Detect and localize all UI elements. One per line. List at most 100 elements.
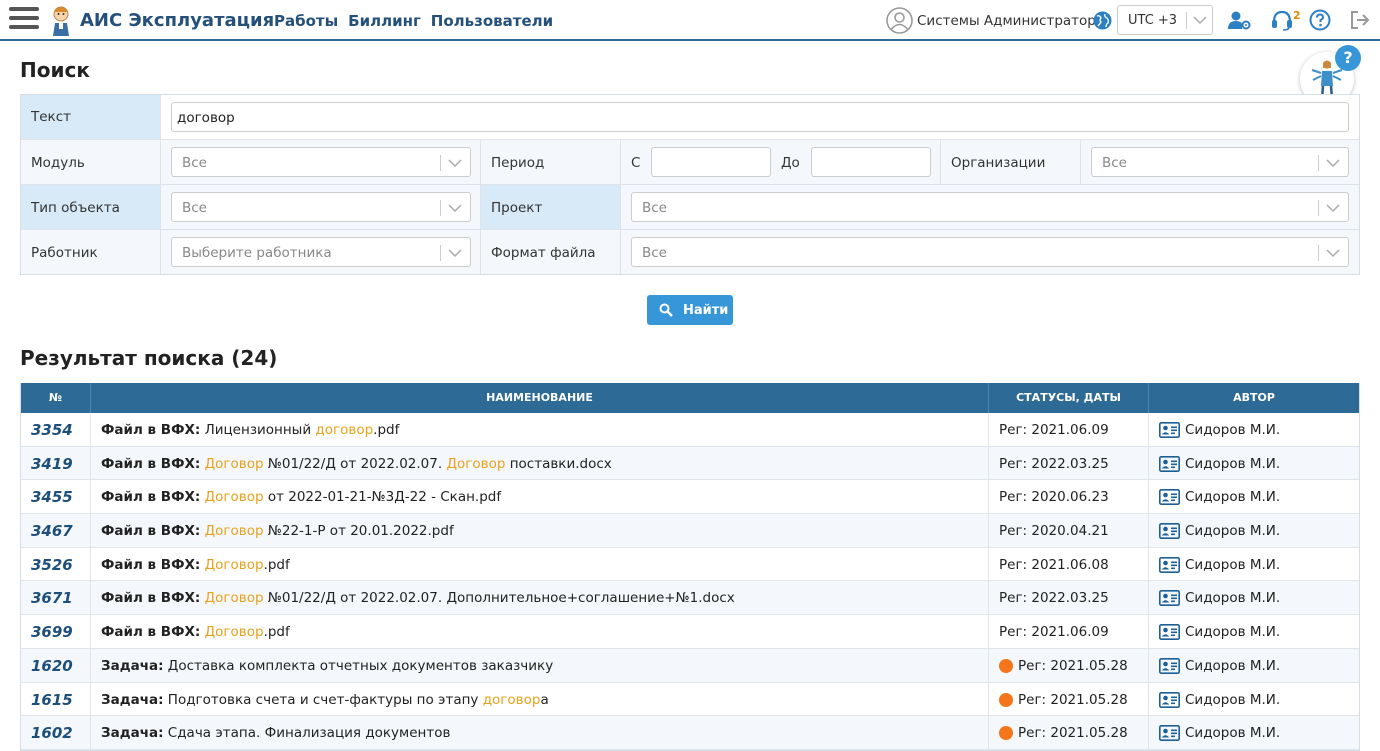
record-name-link[interactable]: Файл в ВФХ: Лицензионный договор.pdf [101, 422, 399, 438]
record-name-link[interactable]: Файл в ВФХ: Договор от 2022-01-21-№3Д-22… [101, 489, 501, 505]
record-name-link[interactable]: Задача: Сдача этапа. Финализация докумен… [101, 725, 450, 741]
author-link[interactable]: Сидоров М.И. [1159, 523, 1280, 539]
record-name-link[interactable]: Файл в ВФХ: Договор №01/22/Д от 2022.02.… [101, 590, 735, 606]
author-link[interactable]: Сидоров М.И. [1159, 692, 1280, 708]
cell-status: Рег: 2022.03.25 [989, 446, 1149, 480]
period-to-label: До [781, 155, 800, 171]
author-link[interactable]: Сидоров М.И. [1159, 658, 1280, 674]
record-name-link[interactable]: Файл в ВФХ: Договор №01/22/Д от 2022.02.… [101, 456, 612, 472]
column-header-author[interactable]: АВТОР [1149, 383, 1359, 413]
nav-billing[interactable]: Биллинг [348, 12, 421, 30]
record-number-link[interactable]: 3467 [31, 522, 73, 540]
table-row[interactable]: 1620 Задача: Доставка комплекта отчетных … [21, 648, 1359, 683]
table-row[interactable]: 3419 Файл в ВФХ: Договор №01/22/Д от 2022… [21, 446, 1359, 481]
record-number-link[interactable]: 1615 [31, 691, 73, 709]
object-type-select[interactable]: Все [171, 192, 471, 222]
table-row[interactable]: 3526 Файл в ВФХ: Договор.pdf Рег: 2021.06.… [21, 547, 1359, 582]
contact-card-icon [1159, 422, 1180, 438]
status-date: Рег: 2021.06.09 [999, 422, 1109, 438]
cell-number: 3419 [21, 446, 91, 480]
record-number-link[interactable]: 1620 [31, 657, 73, 675]
text-input-cell: договор [161, 95, 1359, 140]
record-kind: Задача: [101, 725, 164, 742]
record-name-link[interactable]: Задача: Подготовка счета и счет-фактуры … [101, 692, 549, 708]
find-button[interactable]: Найти [647, 295, 733, 325]
table-row[interactable]: 1602 Задача: Сдача этапа. Финализация док… [21, 716, 1359, 750]
search-text-input[interactable]: договор [171, 102, 1349, 132]
help-icon[interactable] [1309, 9, 1333, 31]
record-name-text: от 2022-01-21-№3Д-22 - Скан.pdf [263, 489, 502, 506]
file-format-select[interactable]: Все [631, 237, 1349, 267]
timezone-value: UTC +3 [1128, 13, 1178, 28]
cell-name: Файл в ВФХ: Договор.pdf [91, 615, 989, 648]
status-date: Рег: 2021.05.28 [1018, 725, 1128, 742]
file-format-select-value: Все [642, 245, 667, 261]
record-name-link[interactable]: Файл в ВФХ: Договор №22-1-Р от 20.01.202… [101, 523, 454, 539]
timezone-select[interactable]: UTC +3 [1117, 5, 1213, 35]
record-name-link[interactable]: Файл в ВФХ: Договор.pdf [101, 557, 290, 573]
table-row[interactable]: 3699 Файл в ВФХ: Договор.pdf Рег: 2021.06.… [21, 615, 1359, 649]
table-row[interactable]: 3671 Файл в ВФХ: Договор №01/22/Д от 2022… [21, 581, 1359, 616]
users-settings-icon[interactable] [1227, 9, 1251, 31]
author-name: Сидоров М.И. [1185, 556, 1281, 573]
record-name-text: №01/22/Д от 2022.02.07. [263, 455, 447, 472]
cell-name: Задача: Доставка комплекта отчетных доку… [91, 648, 989, 682]
author-link[interactable]: Сидоров М.И. [1159, 590, 1280, 606]
author-link[interactable]: Сидоров М.И. [1159, 624, 1280, 640]
record-name-text: Сдача этапа. Финализация документов [163, 725, 451, 742]
cell-author: Сидоров М.И. [1149, 447, 1359, 480]
record-number-link[interactable]: 3419 [31, 455, 73, 473]
record-name-text: .pdf [373, 422, 400, 438]
record-name-link[interactable]: Задача: Доставка комплекта отчетных доку… [101, 658, 553, 674]
search-match-highlight: Договор [204, 556, 264, 573]
record-number-link[interactable]: 3354 [31, 421, 73, 439]
table-row[interactable]: 3467 Файл в ВФХ: Договор №22-1-Р от 20.01… [21, 514, 1359, 548]
table-row[interactable]: 1615 Задача: Подготовка счета и счет-факт… [21, 682, 1359, 717]
logout-icon[interactable] [1349, 9, 1373, 31]
column-header-number[interactable]: № [21, 383, 91, 413]
column-header-name[interactable]: НАИМЕНОВАНИЕ [91, 383, 989, 413]
chevron-down-icon [1193, 16, 1207, 25]
record-number-link[interactable]: 1602 [31, 724, 73, 742]
cell-number: 3699 [21, 615, 91, 648]
cell-author: Сидоров М.И. [1149, 413, 1359, 446]
record-name-link[interactable]: Файл в ВФХ: Договор.pdf [101, 624, 290, 640]
column-header-status[interactable]: СТАТУСЫ, ДАТЫ [989, 383, 1149, 413]
table-row[interactable]: 3354 Файл в ВФХ: Лицензионный договор.pdf… [21, 413, 1359, 447]
org-select[interactable]: Все [1091, 147, 1349, 177]
author-link[interactable]: Сидоров М.И. [1159, 557, 1280, 573]
headset-icon[interactable] [1270, 9, 1294, 31]
author-link[interactable]: Сидоров М.И. [1159, 422, 1280, 438]
search-match-highlight: договор [315, 422, 374, 438]
project-select[interactable]: Все [631, 192, 1349, 222]
table-row[interactable]: 3455 Файл в ВФХ: Договор от 2022-01-21-№3… [21, 480, 1359, 515]
author-link[interactable]: Сидоров М.И. [1159, 725, 1280, 741]
record-number-link[interactable]: 3699 [31, 623, 73, 641]
worker-select[interactable]: Выберите работника [171, 237, 471, 267]
nav-users[interactable]: Пользователи [431, 12, 553, 30]
select-divider [1186, 12, 1187, 29]
menu-icon[interactable] [9, 7, 39, 33]
help-bubble-icon[interactable]: ? [1335, 45, 1361, 71]
user-circle-icon[interactable] [886, 7, 913, 34]
record-number-link[interactable]: 3671 [31, 589, 73, 607]
cell-number: 3671 [21, 581, 91, 615]
status-dot-icon [999, 692, 1013, 707]
author-link[interactable]: Сидоров М.И. [1159, 456, 1280, 472]
app-title[interactable]: АИС Эксплуатация [80, 10, 274, 31]
cell-status: Рег: 2021.05.28 [989, 716, 1149, 749]
chevron-down-icon [1326, 249, 1340, 258]
record-number-link[interactable]: 3455 [31, 488, 73, 506]
table-body: 3354 Файл в ВФХ: Лицензионный договор.pdf… [21, 413, 1359, 750]
period-from-input[interactable] [651, 147, 771, 177]
results-title: Результат поиска (24) [20, 346, 278, 370]
status-info: Рег: 2021.06.09 [999, 422, 1109, 438]
nav-works[interactable]: Работы [274, 12, 338, 30]
current-user-name[interactable]: Системы Администратор [917, 13, 1096, 29]
record-number-link[interactable]: 3526 [31, 556, 73, 574]
period-to-input[interactable] [811, 147, 931, 177]
org-select-cell: Все [1081, 140, 1359, 185]
cell-name: Файл в ВФХ: Договор №22-1-Р от 20.01.202… [91, 514, 989, 547]
module-select[interactable]: Все [171, 147, 471, 177]
author-link[interactable]: Сидоров М.И. [1159, 489, 1280, 505]
